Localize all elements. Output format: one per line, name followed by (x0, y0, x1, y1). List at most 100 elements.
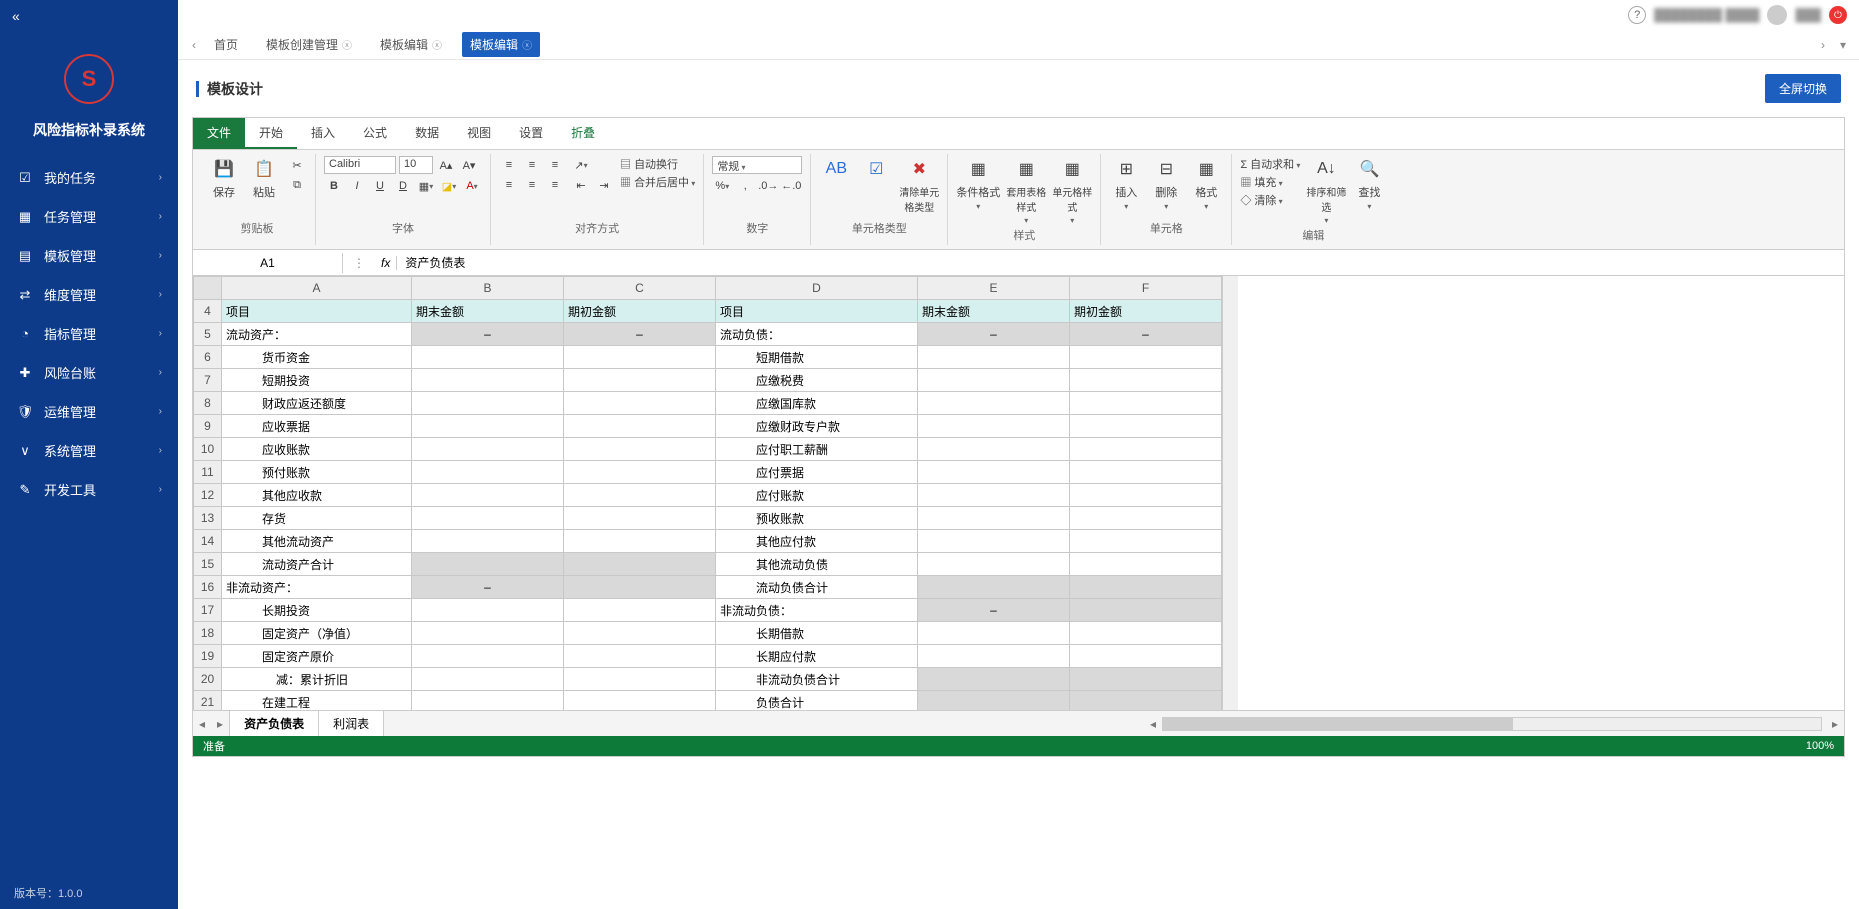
row-header[interactable]: 18 (194, 622, 222, 645)
cell[interactable]: 期初金额 (564, 300, 716, 323)
insert-button[interactable]: ⊞插入 (1109, 156, 1143, 211)
row-header[interactable]: 9 (194, 415, 222, 438)
sidebar-item-4[interactable]: ◔指标管理› (0, 314, 178, 353)
cell[interactable] (1070, 622, 1222, 645)
sidebar-item-2[interactable]: ▤模板管理› (0, 236, 178, 275)
tab-nav-next[interactable]: › (1815, 38, 1831, 52)
align-center-button[interactable]: ≡ (522, 176, 542, 194)
italic-button[interactable]: I (347, 177, 367, 195)
cell[interactable]: 应付账款 (716, 484, 918, 507)
row-header[interactable]: 17 (194, 599, 222, 622)
cell[interactable]: 长期借款 (716, 622, 918, 645)
cell[interactable]: 项目 (716, 300, 918, 323)
cell[interactable]: 应缴税费 (716, 369, 918, 392)
sidebar-item-7[interactable]: ∨系统管理› (0, 431, 178, 470)
delete-button[interactable]: ⊟删除 (1149, 156, 1183, 211)
cell[interactable]: – (412, 323, 564, 346)
cut-button[interactable]: ✂ (287, 156, 307, 174)
ribbon-tab-折叠[interactable]: 折叠 (557, 118, 609, 149)
find-button[interactable]: 🔍查找 (1352, 156, 1386, 211)
clear-button[interactable]: ◇ 清除 (1240, 192, 1300, 208)
page-tab-2[interactable]: 模板编辑 ⓧ (372, 32, 450, 57)
cell[interactable] (412, 691, 564, 711)
font-grow-button[interactable]: A▴ (436, 156, 456, 174)
cell[interactable]: 流动资产： (222, 323, 412, 346)
cell[interactable] (564, 553, 716, 576)
fill-button[interactable]: ▦ 填充 (1240, 174, 1300, 190)
row-header[interactable]: 16 (194, 576, 222, 599)
increase-decimal-button[interactable]: .0→ (758, 177, 778, 195)
cell[interactable] (918, 576, 1070, 599)
save-button[interactable]: 💾保存 (207, 156, 241, 200)
cell[interactable] (1070, 438, 1222, 461)
border-button[interactable]: ▦ (416, 177, 436, 195)
row-header[interactable]: 13 (194, 507, 222, 530)
font-color-button[interactable]: A (462, 177, 482, 195)
percent-button[interactable]: % (712, 177, 732, 195)
cell[interactable]: 其他应收款 (222, 484, 412, 507)
cell[interactable] (412, 645, 564, 668)
cell[interactable] (412, 415, 564, 438)
page-tab-0[interactable]: 首页 (206, 32, 246, 57)
column-header-A[interactable]: A (222, 277, 412, 300)
cell[interactable]: 期初金额 (1070, 300, 1222, 323)
copy-button[interactable]: ⧉ (287, 176, 307, 194)
ribbon-tab-视图[interactable]: 视图 (453, 118, 505, 149)
cell[interactable] (1070, 553, 1222, 576)
row-header[interactable]: 19 (194, 645, 222, 668)
fill-color-button[interactable]: ◪ (439, 177, 459, 195)
sidebar-item-0[interactable]: ☑我的任务› (0, 158, 178, 197)
cell[interactable]: 应缴国库款 (716, 392, 918, 415)
cell[interactable] (564, 346, 716, 369)
autosum-button[interactable]: Σ 自动求和 (1240, 156, 1300, 172)
row-header[interactable]: 4 (194, 300, 222, 323)
cell[interactable] (918, 392, 1070, 415)
tab-nav-menu[interactable]: ▾ (1835, 38, 1851, 52)
fx-icon[interactable]: fx (375, 256, 397, 270)
merge-center-button[interactable]: ▦ 合并后居中 (620, 174, 695, 190)
cell[interactable] (412, 553, 564, 576)
cell[interactable]: – (564, 323, 716, 346)
sidebar-item-3[interactable]: ⇄维度管理› (0, 275, 178, 314)
cell[interactable]: – (412, 576, 564, 599)
align-left-button[interactable]: ≡ (499, 176, 519, 194)
sidebar-item-8[interactable]: ✎开发工具› (0, 470, 178, 509)
cell[interactable] (412, 392, 564, 415)
cell[interactable] (1070, 484, 1222, 507)
format-button[interactable]: ▦格式 (1189, 156, 1223, 211)
conditional-format-button[interactable]: ▦条件格式 (956, 156, 1000, 211)
cell[interactable]: 期末金额 (918, 300, 1070, 323)
align-right-button[interactable]: ≡ (545, 176, 565, 194)
ribbon-tab-文件[interactable]: 文件 (193, 118, 245, 149)
horizontal-scrollbar[interactable] (1162, 717, 1822, 731)
sidebar-collapse-button[interactable]: « (12, 8, 20, 24)
cell[interactable] (1070, 461, 1222, 484)
cell[interactable] (918, 530, 1070, 553)
cell[interactable]: 预收账款 (716, 507, 918, 530)
cell[interactable] (412, 438, 564, 461)
cell[interactable] (918, 553, 1070, 576)
page-tab-1[interactable]: 模板创建管理 ⓧ (258, 32, 360, 57)
cell[interactable]: 存货 (222, 507, 412, 530)
cell[interactable] (918, 668, 1070, 691)
cell[interactable]: 流动负债： (716, 323, 918, 346)
hscroll-right[interactable]: ▸ (1826, 717, 1844, 731)
cell[interactable]: 应收账款 (222, 438, 412, 461)
cell[interactable] (918, 507, 1070, 530)
paste-button[interactable]: 📋粘贴 (247, 156, 281, 200)
cell[interactable]: – (918, 323, 1070, 346)
fullscreen-button[interactable]: 全屏切换 (1765, 74, 1841, 103)
cell[interactable] (564, 668, 716, 691)
row-header[interactable]: 20 (194, 668, 222, 691)
table-style-button[interactable]: ▦套用表格样式 (1006, 156, 1046, 225)
cell[interactable] (412, 484, 564, 507)
sidebar-item-1[interactable]: ▦任务管理› (0, 197, 178, 236)
avatar[interactable] (1767, 5, 1787, 25)
cell[interactable] (1070, 599, 1222, 622)
hscroll-left[interactable]: ◂ (1144, 717, 1162, 731)
cell[interactable] (412, 369, 564, 392)
cell[interactable] (412, 622, 564, 645)
cell[interactable] (412, 530, 564, 553)
sidebar-item-5[interactable]: ✚风险台账› (0, 353, 178, 392)
cell[interactable]: 流动资产合计 (222, 553, 412, 576)
